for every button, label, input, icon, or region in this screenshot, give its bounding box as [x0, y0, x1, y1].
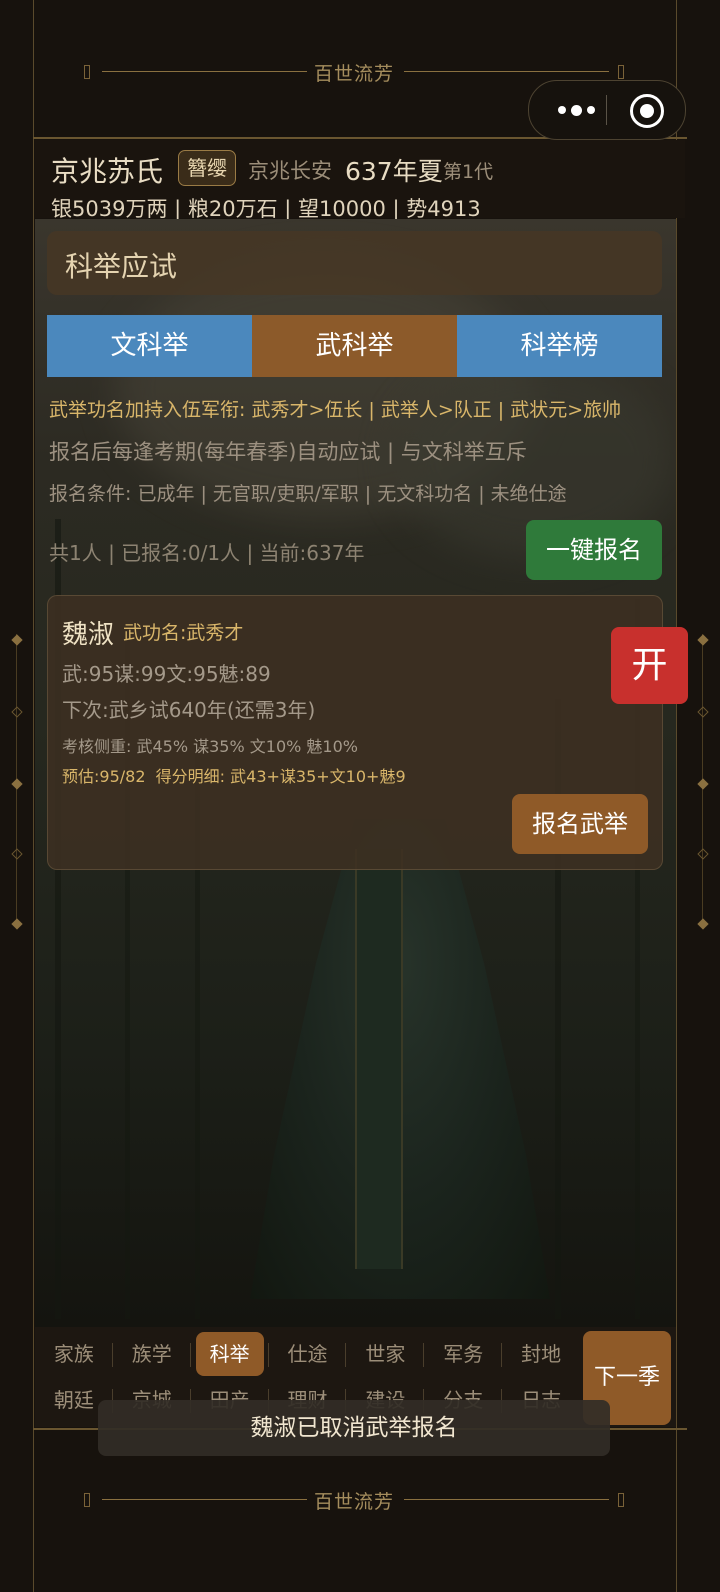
nav-item-clan-school[interactable]: 族学 [113, 1331, 191, 1379]
candidate-card: 魏淑 武功名:武秀才 武:95谋:99文:95魅:89 下次:武乡试640年(还… [47, 595, 663, 870]
register-military-exam-button[interactable]: 报名武举 [512, 794, 648, 854]
rank-bonus-info: 武举功名加持入伍军衔: 武秀才>伍长 | 武举人>队正 | 武状元>旅帅 [49, 399, 622, 421]
more-menu-icon[interactable] [551, 99, 601, 121]
location-label: 京兆长安 [248, 159, 332, 183]
candidate-attributes: 武:95谋:99文:95魅:89 [62, 662, 271, 686]
tab-civil-exam[interactable]: 文科举 [47, 315, 252, 377]
page-title: 科举应试 [65, 250, 178, 283]
frame-left-line [33, 0, 34, 1592]
character-sash [355, 849, 403, 1269]
exam-weights: 考核侧重: 武45% 谋35% 文10% 魅10% [62, 737, 358, 756]
nav-item-military[interactable]: 军务 [424, 1331, 503, 1379]
frame-right-line [676, 0, 677, 1592]
registration-count: 共1人 | 已报名:0/1人 | 当前:637年 [49, 541, 365, 565]
clan-header: 京兆苏氏 簪缨 京兆长安 637年夏 第1代 银5039万两 | 粮20万石 |… [35, 140, 685, 221]
nav-item-fief[interactable]: 封地 [502, 1331, 580, 1379]
year-season-label: 637年夏 [345, 157, 443, 186]
nav-item-noble-houses[interactable]: 世家 [346, 1331, 425, 1379]
banner-title-bottom: 百世流芳 [313, 1491, 394, 1513]
bottom-banner: 百世流芳 [84, 1490, 624, 1513]
clan-name: 京兆苏氏 [51, 155, 164, 188]
nav-item-exam[interactable]: 科举 [191, 1331, 269, 1379]
one-click-register-button[interactable]: 一键报名 [526, 520, 662, 580]
generation-label: 第1代 [443, 161, 494, 183]
nav-row-1: 家族 族学 科举 仕途 世家 军务 封地 [35, 1331, 580, 1379]
right-ornament [696, 620, 710, 940]
toast-message: 魏淑已取消武举报名 [98, 1400, 610, 1456]
open-toggle-button[interactable]: 开 [611, 627, 688, 704]
left-ornament [10, 620, 24, 940]
score-estimate: 预估:95/82 得分明细: 武43+谋35+文10+魅9 [62, 767, 406, 786]
candidate-title: 武功名:武秀才 [123, 622, 244, 644]
page-title-bar: 科举应试 [47, 231, 662, 295]
nav-item-career[interactable]: 仕途 [269, 1331, 347, 1379]
exam-tabs: 文科举 武科举 科举榜 [47, 315, 662, 377]
next-exam-info: 下次:武乡试640年(还需3年) [62, 698, 316, 722]
banner-title: 百世流芳 [313, 63, 394, 85]
nav-item-family[interactable]: 家族 [35, 1331, 113, 1379]
eligibility-info: 报名条件: 已成年 | 无官职/吏职/军职 | 无文科功名 | 未绝仕途 [49, 483, 567, 505]
close-target-icon[interactable] [630, 94, 664, 128]
top-banner: 百世流芳 [84, 62, 624, 85]
tab-military-exam[interactable]: 武科举 [252, 315, 457, 377]
candidate-name: 魏淑 [62, 620, 115, 650]
rank-badge: 簪缨 [178, 150, 236, 186]
miniprogram-capsule [528, 80, 686, 140]
tab-exam-ranking[interactable]: 科举榜 [457, 315, 662, 377]
exam-scene: 科举应试 文科举 武科举 科举榜 武举功名加持入伍军衔: 武秀才>伍长 | 武举… [35, 219, 676, 1327]
exam-schedule-info: 报名后每逢考期(每年春季)自动应试 | 与文科举互斥 [49, 440, 527, 464]
